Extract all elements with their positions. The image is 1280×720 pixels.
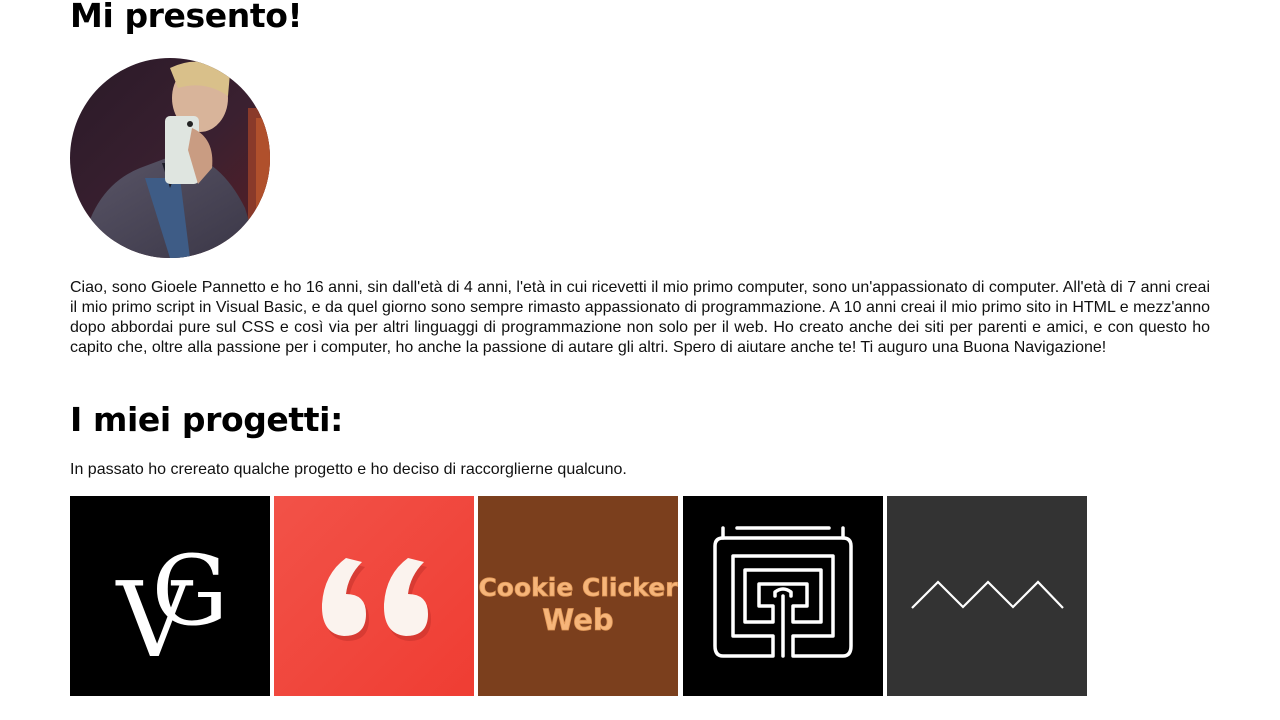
bio-text: Ciao, sono Gioele Pannetto e ho 16 anni,… xyxy=(70,279,1210,356)
project-tile-quotes[interactable] xyxy=(274,496,474,696)
projects-gallery: G V Cookie Clicker Web xyxy=(70,496,1090,696)
svg-text:V: V xyxy=(114,559,193,681)
cookie-title-line1: Cookie Clicker xyxy=(478,573,678,602)
projects-intro: In passato ho crereato qualche progetto … xyxy=(70,461,627,478)
cookie-title-line2: Web xyxy=(542,603,613,637)
avatar xyxy=(70,58,270,258)
project-tile-zigzag[interactable] xyxy=(887,496,1087,696)
project-tile-vg[interactable]: G V xyxy=(70,496,270,696)
project-tile-maze[interactable] xyxy=(683,496,883,696)
zigzag-icon xyxy=(887,496,1087,696)
maze-icon xyxy=(683,496,883,696)
vg-logo-icon: G V xyxy=(70,496,270,696)
quote-icon xyxy=(274,496,474,696)
about-title: Mi presento! xyxy=(70,0,303,35)
cookie-clicker-logo: Cookie Clicker Web xyxy=(478,496,678,696)
projects-title: I miei progetti: xyxy=(70,400,343,439)
project-tile-cookie-clicker[interactable]: Cookie Clicker Web xyxy=(478,496,678,696)
